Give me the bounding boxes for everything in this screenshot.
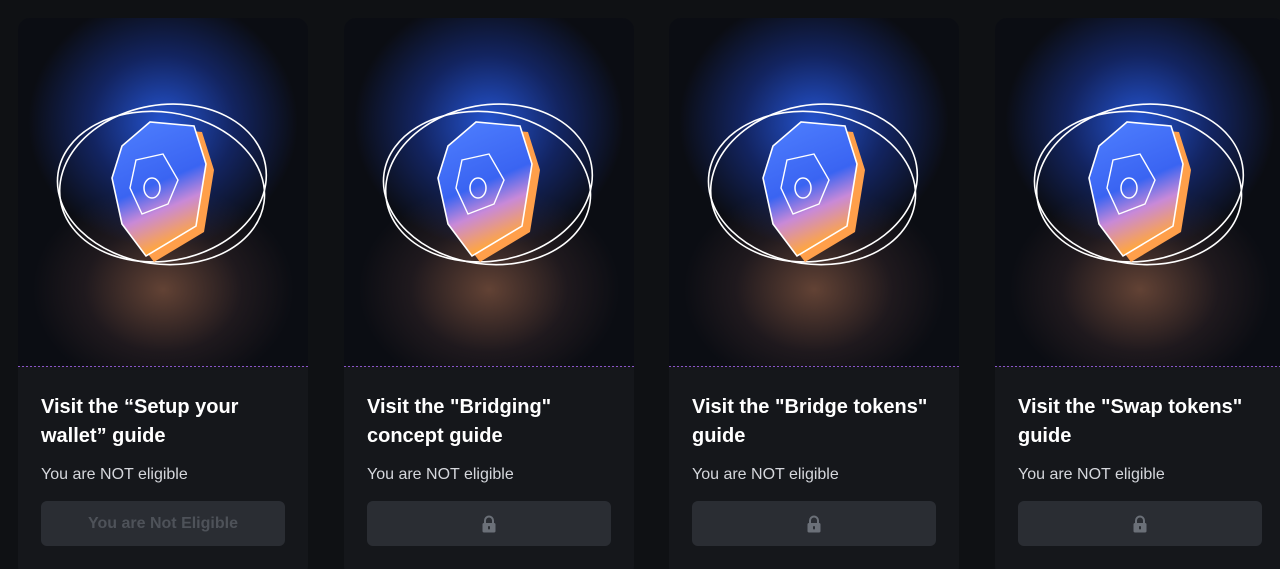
eligibility-status: You are NOT eligible: [1018, 466, 1165, 483]
card-title: Visit the “Setup your wallet” guide: [41, 396, 239, 447]
badge-gem-icon: [1033, 103, 1245, 266]
card-body: Visit the "Bridge tokens" guide You are …: [669, 367, 959, 546]
card-title: Visit the "Swap tokens" guide: [1018, 396, 1243, 447]
card-title: Visit the "Bridge tokens" guide: [692, 396, 928, 447]
card-body: Visit the "Bridging" concept guide You a…: [344, 367, 634, 546]
claim-button[interactable]: [1018, 501, 1262, 546]
badge-gem-icon: [707, 103, 919, 266]
quest-card: Visit the "Bridge tokens" guide You are …: [669, 18, 959, 569]
lock-icon: [482, 515, 496, 532]
card-body: Visit the “Setup your wallet” guide You …: [18, 367, 308, 546]
badge-gem-icon: [56, 103, 268, 266]
claim-button[interactable]: [692, 501, 936, 546]
claim-button[interactable]: You are Not Eligible: [41, 501, 285, 546]
eligibility-status: You are NOT eligible: [692, 466, 839, 483]
card-illustration: [18, 18, 308, 366]
quest-card: Visit the "Bridging" concept guide You a…: [344, 18, 634, 569]
lock-icon: [1133, 515, 1147, 532]
card-illustration: [995, 18, 1280, 366]
button-label: You are Not Eligible: [88, 514, 238, 532]
lock-icon: [807, 515, 821, 532]
badge-gem-icon: [382, 103, 594, 266]
card-illustration: [669, 18, 959, 366]
claim-button[interactable]: [367, 501, 611, 546]
eligibility-status: You are NOT eligible: [367, 466, 514, 483]
card-body: Visit the "Swap tokens" guide You are NO…: [995, 367, 1280, 546]
card-illustration: [344, 18, 634, 366]
quest-card: Visit the "Swap tokens" guide You are NO…: [995, 18, 1280, 569]
quest-card: Visit the “Setup your wallet” guide You …: [18, 18, 308, 569]
eligibility-status: You are NOT eligible: [41, 466, 188, 483]
card-title: Visit the "Bridging" concept guide: [367, 396, 552, 447]
